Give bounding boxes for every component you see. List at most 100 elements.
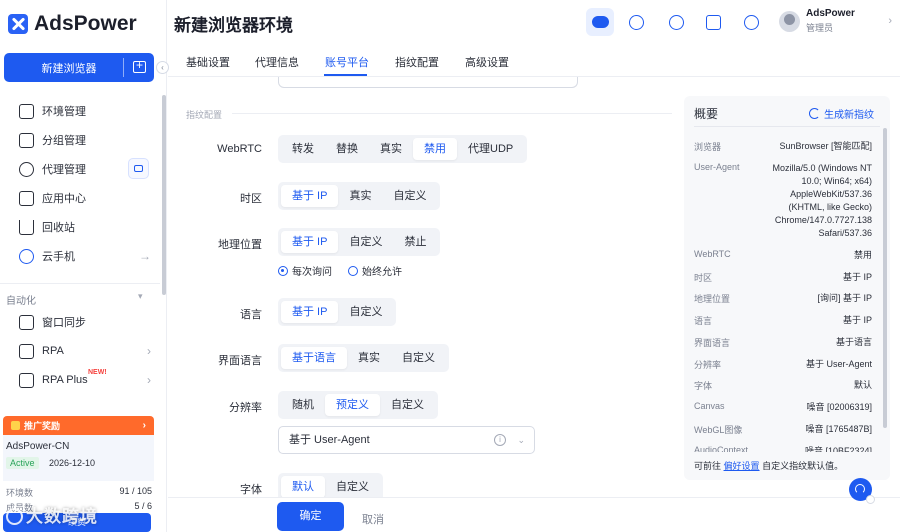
confirm-button[interactable]: 确定 — [277, 502, 344, 531]
watermark: 大数跨境 — [6, 502, 98, 527]
refresh-icon — [809, 108, 820, 119]
webrtc-option[interactable]: 禁用 — [413, 138, 457, 160]
chevron-right-icon: › — [147, 373, 151, 387]
footer-text: 自定义指纹默认值。 — [762, 461, 844, 471]
nav-label: 环境管理 — [42, 106, 86, 118]
resolution-segmented: 随机 预定义 自定义 — [278, 391, 438, 419]
cancel-button[interactable]: 取消 — [362, 511, 384, 527]
ui-language-option[interactable]: 基于语言 — [281, 347, 347, 369]
resolution-select-value: 基于 User-Agent — [289, 434, 370, 446]
group-folder-icon — [19, 132, 34, 148]
geo-permission-radios: 每次询问 始终允许 — [278, 263, 402, 278]
status-badge: Active — [6, 457, 39, 469]
webrtc-option[interactable]: 真实 — [369, 138, 413, 160]
summary-value: 基于 User-Agent — [805, 359, 872, 369]
webrtc-option[interactable]: 代理UDP — [457, 138, 524, 160]
ui-language-option[interactable]: 自定义 — [391, 347, 446, 369]
promo-banner[interactable]: 推广奖励 › — [3, 416, 154, 435]
tab-fingerprint[interactable]: 指纹配置 — [395, 54, 439, 70]
nav-env-management[interactable]: 环境管理 — [19, 100, 151, 122]
chevron-down-icon[interactable]: ▾ — [138, 291, 143, 302]
trash-icon — [19, 219, 34, 235]
resolution-label: 分辨率 — [229, 402, 262, 414]
nav-label: 应用中心 — [42, 193, 86, 205]
preferences-link[interactable]: 偏好设置 — [724, 461, 760, 471]
timezone-option[interactable]: 真实 — [338, 185, 382, 207]
user-menu[interactable]: AdsPower 管理员 › — [774, 5, 894, 37]
radio-always-allow[interactable]: 始终允许 — [348, 263, 402, 278]
summary-value: 基于语言 — [835, 337, 872, 347]
summary-panel: 概要 生成新指纹 浏览器 SunBrowser [智能匹配] User-Agent… — [684, 96, 890, 480]
summary-key: WebRTC — [694, 249, 731, 259]
nav-window-sync[interactable]: 窗口同步 — [19, 311, 151, 333]
tab-proxy[interactable]: 代理信息 — [255, 54, 299, 70]
watermark-text: 大数跨境 — [26, 507, 98, 526]
generate-fingerprint-button[interactable]: 生成新指纹 — [809, 106, 874, 121]
ua-line: Chrome/147.0.7727.138 — [774, 215, 872, 225]
nav-rpa[interactable]: RPA › — [19, 340, 151, 362]
info-icon[interactable]: i — [494, 434, 506, 446]
chevron-right-icon: › — [142, 420, 146, 431]
resolution-option[interactable]: 自定义 — [380, 394, 435, 416]
summary-scrollbar[interactable] — [883, 128, 887, 428]
tab-advanced[interactable]: 高级设置 — [465, 54, 509, 70]
wifi-icon[interactable] — [622, 8, 650, 36]
webrtc-option[interactable]: 替换 — [325, 138, 369, 160]
app-name: AdsPower — [34, 12, 137, 35]
timezone-label: 时区 — [240, 193, 262, 205]
nav-rpa-plus[interactable]: RPA Plus › — [19, 369, 151, 391]
nav-group-management[interactable]: 分组管理 — [19, 129, 151, 151]
tab-basic[interactable]: 基础设置 — [186, 54, 230, 70]
language-label: 语言 — [240, 309, 262, 321]
form-footer: 确定 取消 — [168, 497, 900, 532]
user-name: AdsPower — [806, 8, 855, 19]
summary-key: 时区 — [694, 273, 713, 283]
resolution-option[interactable]: 预定义 — [325, 394, 380, 416]
geo-option[interactable]: 基于 IP — [281, 231, 339, 253]
radio-ask-each-time[interactable]: 每次询问 — [278, 263, 332, 278]
geo-option[interactable]: 禁止 — [393, 231, 437, 253]
tab-account-platform[interactable]: 账号平台 — [325, 54, 369, 70]
radio-label: 每次询问 — [292, 267, 332, 278]
toggle-icon[interactable] — [586, 8, 614, 36]
footer-text: 可前往 — [694, 461, 722, 471]
summary-row: 时区 基于 IP — [694, 271, 872, 284]
timezone-option[interactable]: 自定义 — [382, 185, 437, 207]
section-title: 指纹配置 — [186, 110, 223, 120]
nav-label: 代理管理 — [42, 164, 86, 176]
font-option[interactable]: 默认 — [281, 476, 325, 497]
webrtc-option[interactable]: 转发 — [281, 138, 325, 160]
new-browser-button[interactable]: 新建浏览器 — [4, 53, 154, 82]
previous-field[interactable] — [278, 77, 578, 88]
section-divider — [232, 113, 672, 114]
language-option[interactable]: 自定义 — [338, 301, 393, 323]
sidebar-scrollbar[interactable] — [162, 95, 166, 295]
active-tab-indicator — [324, 74, 367, 76]
chevron-right-icon: › — [888, 15, 892, 27]
resolution-select[interactable]: 基于 User-Agent i ⌄ — [278, 426, 535, 454]
app-logo[interactable]: AdsPower — [8, 12, 137, 36]
bell-icon[interactable] — [737, 8, 765, 36]
automation-section-label[interactable]: 自动化 — [6, 292, 36, 307]
seat-count-value: 5 / 6 — [134, 501, 152, 511]
geo-option[interactable]: 自定义 — [338, 231, 393, 253]
language-segmented: 基于 IP 自定义 — [278, 298, 397, 326]
summary-row: 地理位置 [询问] 基于 IP — [694, 292, 872, 305]
folder-icon — [19, 103, 34, 119]
task-list-icon[interactable] — [699, 8, 727, 36]
batch-add-icon[interactable] — [133, 58, 146, 73]
nav-app-center[interactable]: 应用中心 — [19, 187, 151, 209]
fingerprint-form: 指纹配置 WebRTC 转发 替换 真实 禁用 代理UDP 时区 基于 IP 真… — [168, 77, 675, 497]
summary-divider — [694, 126, 880, 127]
summary-value: 基于 IP — [842, 315, 872, 325]
support-headset-icon[interactable] — [849, 478, 875, 504]
language-option[interactable]: 基于 IP — [281, 301, 339, 323]
api-icon[interactable] — [662, 8, 690, 36]
font-option[interactable]: 自定义 — [325, 476, 380, 497]
ui-language-option[interactable]: 真实 — [347, 347, 391, 369]
resolution-option[interactable]: 随机 — [281, 394, 325, 416]
proxy-lock-button[interactable] — [128, 158, 149, 179]
timezone-option[interactable]: 基于 IP — [281, 185, 339, 207]
nav-cloud-phone[interactable]: 云手机 → — [19, 245, 151, 267]
nav-recycle-bin[interactable]: 回收站 — [19, 216, 151, 238]
